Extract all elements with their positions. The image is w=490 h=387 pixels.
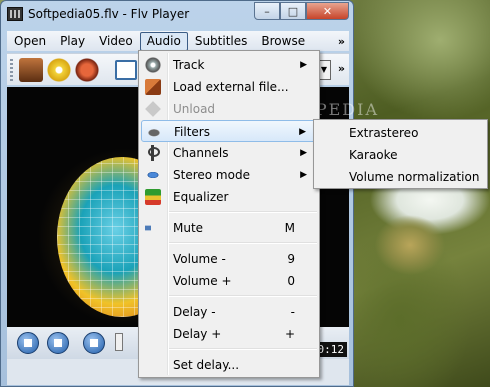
menu-separator	[169, 242, 317, 244]
menu-item-track[interactable]: Track ▶	[141, 54, 317, 76]
menu-item-label: Delay -	[173, 305, 216, 319]
minimize-button[interactable]: –	[254, 2, 280, 20]
seek-slider-thumb[interactable]	[115, 333, 123, 351]
mute-icon	[145, 220, 158, 236]
menu-item-volume-down[interactable]: Volume - 9	[141, 248, 317, 270]
menu-shortcut: 0	[287, 274, 295, 288]
menu-item-mute[interactable]: Mute M	[141, 217, 317, 239]
app-film-icon	[7, 7, 23, 21]
audio-menu: Track ▶ Load external file... Unload Fil…	[138, 50, 320, 378]
menu-item-set-delay[interactable]: Set delay...	[141, 354, 317, 376]
menu-item-label: Unload	[173, 102, 216, 116]
stop-button[interactable]	[47, 332, 69, 354]
menu-item-filters[interactable]: Filters ▶	[141, 120, 317, 142]
menu-subtitles[interactable]: Subtitles	[188, 32, 255, 51]
menu-shortcut: M	[284, 221, 295, 235]
toolbar-overflow-chevron[interactable]: »	[338, 62, 345, 75]
menu-item-label: Load external file...	[173, 80, 289, 94]
menu-item-label: Stereo mode	[173, 168, 250, 182]
record-toolbar-icon[interactable]	[75, 58, 99, 82]
window-title: Softpedia05.flv - Flv Player	[28, 7, 190, 21]
channels-icon	[145, 145, 161, 161]
menu-play[interactable]: Play	[53, 32, 92, 51]
menu-item-label: Filters	[174, 125, 210, 139]
submenu-arrow-icon: ▶	[300, 60, 307, 70]
disc-toolbar-icon[interactable]	[47, 58, 71, 82]
menu-item-label: Volume +	[173, 274, 232, 288]
menu-item-label: Equalizer	[173, 190, 229, 204]
menu-item-label: Track	[173, 58, 205, 72]
menu-audio[interactable]: Audio	[139, 31, 188, 51]
menu-video[interactable]: Video	[92, 32, 140, 51]
toolbar-grip[interactable]	[10, 59, 13, 81]
speaker-toolbar-icon[interactable]	[19, 58, 43, 82]
maximize-button[interactable]: □	[280, 2, 306, 20]
menu-separator	[169, 295, 317, 297]
load-file-icon	[145, 79, 161, 95]
submenu-arrow-icon: ▶	[300, 170, 307, 180]
title-bar[interactable]: Softpedia05.flv - Flv Player – □ ✕	[1, 1, 353, 29]
filters-icon	[146, 124, 162, 140]
filters-submenu: Extrastereo Karaoke Volume normalization	[313, 119, 488, 189]
stereo-mode-icon	[145, 167, 161, 183]
menu-item-label: Set delay...	[173, 358, 240, 372]
close-button[interactable]: ✕	[306, 2, 349, 20]
play-pause-button[interactable]	[17, 332, 39, 354]
submenu-item-volume-normalization[interactable]: Volume normalization	[316, 166, 485, 188]
menu-item-delay-plus[interactable]: Delay + +	[141, 323, 317, 345]
menu-item-load-external-file[interactable]: Load external file...	[141, 76, 317, 98]
menu-item-label: Delay +	[173, 327, 222, 341]
menu-item-equalizer[interactable]: Equalizer	[141, 186, 317, 208]
menu-shortcut: 9	[287, 252, 295, 266]
submenu-arrow-icon: ▶	[300, 148, 307, 158]
menu-bar: Open Play Video Audio Subtitles Browse »	[7, 31, 349, 51]
caption-buttons: – □ ✕	[254, 2, 349, 20]
menu-item-label: Mute	[173, 221, 204, 235]
submenu-item-karaoke[interactable]: Karaoke	[316, 144, 485, 166]
speaker-disc-icon	[145, 57, 161, 73]
menu-item-channels[interactable]: Channels ▶	[141, 142, 317, 164]
menubar-overflow-chevron[interactable]: »	[338, 35, 349, 48]
menu-item-volume-up[interactable]: Volume + 0	[141, 270, 317, 292]
menu-separator	[169, 211, 317, 213]
menu-shortcut: -	[290, 305, 295, 319]
menu-shortcut: +	[284, 327, 295, 341]
menu-separator	[169, 348, 317, 350]
submenu-arrow-icon: ▶	[299, 127, 306, 137]
previous-button[interactable]	[83, 332, 105, 354]
menu-item-stereo-mode[interactable]: Stereo mode ▶	[141, 164, 317, 186]
menu-item-label: Channels	[173, 146, 229, 160]
menu-browse[interactable]: Browse	[254, 32, 312, 51]
menu-item-unload: Unload	[141, 98, 317, 120]
menu-item-label: Volume -	[173, 252, 226, 266]
equalizer-icon	[145, 189, 161, 205]
unload-icon	[145, 101, 161, 117]
menu-item-delay-minus[interactable]: Delay - -	[141, 301, 317, 323]
menu-open[interactable]: Open	[7, 32, 53, 51]
submenu-item-extrastereo[interactable]: Extrastereo	[316, 122, 485, 144]
window-toolbar-icon[interactable]	[115, 60, 137, 80]
